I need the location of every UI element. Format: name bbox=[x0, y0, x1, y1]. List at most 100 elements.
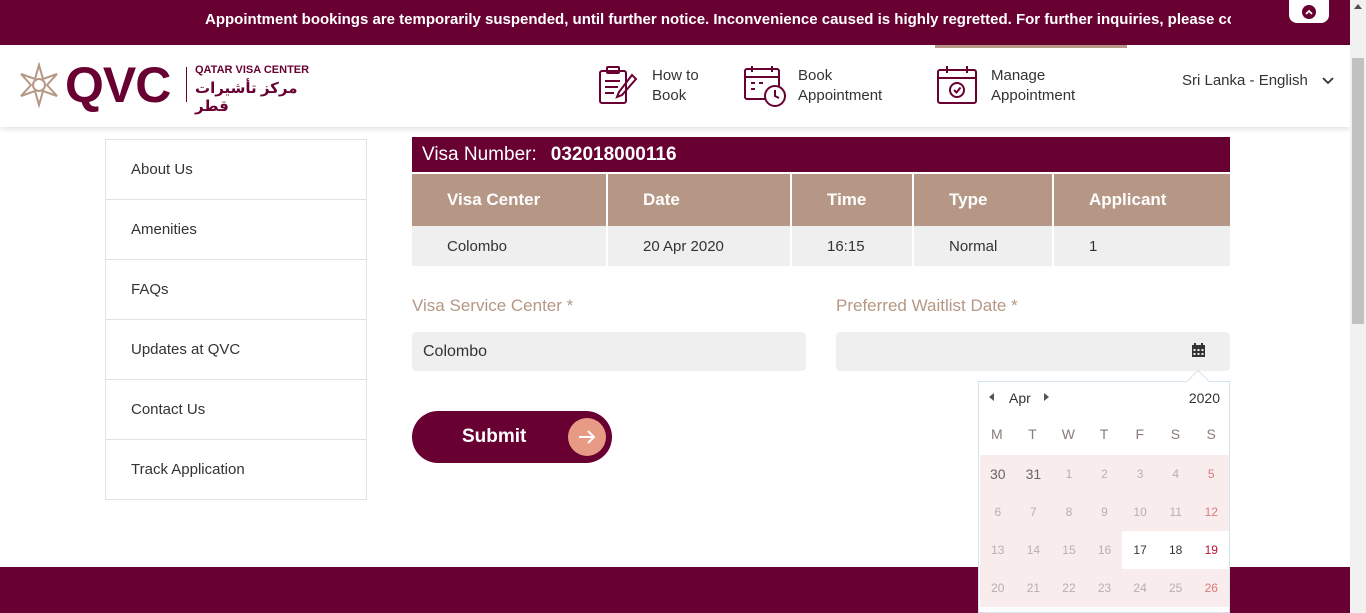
day-cell: 8 bbox=[1051, 493, 1087, 531]
day-cell: 10 bbox=[1122, 493, 1158, 531]
nav-book-appointment-line1: Book bbox=[798, 67, 833, 84]
day-cell: 15 bbox=[1051, 531, 1087, 569]
scrollbar-thumb[interactable] bbox=[1352, 58, 1364, 324]
sidebar-item-amenities[interactable]: Amenities bbox=[106, 200, 366, 260]
day-cell: 9 bbox=[1086, 493, 1123, 531]
datepicker-days: 30 31 1 2 3 4 5 6 7 8 9 10 11 12 13 14 1… bbox=[980, 455, 1230, 607]
day-cell: 7 bbox=[1015, 493, 1052, 531]
weekday-mon: M bbox=[991, 426, 1003, 442]
day-cell: 4 bbox=[1157, 455, 1194, 493]
column-time: Time bbox=[791, 174, 914, 226]
day-cell: 23 bbox=[1086, 569, 1123, 607]
logo-arabic-name: مركز تأشيرات قطر bbox=[195, 80, 298, 115]
chevron-up-icon bbox=[1302, 4, 1316, 19]
datepicker-popup: Apr 2020 M T W T F S S 30 31 1 2 3 4 5 6… bbox=[978, 381, 1230, 613]
table-header-row: Visa Center Date Time Type Applicant bbox=[412, 174, 1230, 226]
nav-manage-appointment-line2: Appointment bbox=[991, 87, 1076, 104]
weekday-wed: W bbox=[1061, 426, 1075, 442]
datepicker-week: 6 7 8 9 10 11 12 bbox=[980, 493, 1230, 531]
language-selector[interactable]: Sri Lanka - English bbox=[1182, 72, 1334, 89]
cell-time: 16:15 bbox=[791, 226, 914, 266]
column-type: Type bbox=[913, 174, 1054, 226]
day-cell: 24 bbox=[1122, 569, 1158, 607]
day-cell: 21 bbox=[1015, 569, 1052, 607]
column-date: Date bbox=[607, 174, 792, 226]
weekday-sun: S bbox=[1206, 426, 1216, 442]
day-cell: 20 bbox=[980, 569, 1016, 607]
day-cell-available[interactable]: 19 bbox=[1193, 531, 1230, 569]
service-center-field[interactable]: Colombo bbox=[412, 332, 806, 371]
sidebar-item-faqs[interactable]: FAQs bbox=[106, 260, 366, 320]
sidebar-item-track-application[interactable]: Track Application bbox=[106, 440, 366, 500]
site-header: QVC QATAR VISA CENTER مركز تأشيرات قطر H… bbox=[0, 45, 1350, 127]
logo-divider bbox=[186, 67, 187, 102]
cell-visa-center: Colombo bbox=[412, 226, 608, 266]
day-cell-available[interactable]: 17 bbox=[1122, 531, 1158, 569]
datepicker-month[interactable]: Apr bbox=[1009, 390, 1031, 406]
visa-number-value: 032018000116 bbox=[550, 143, 677, 165]
sidebar-item-contact-us[interactable]: Contact Us bbox=[106, 380, 366, 440]
waitlist-date-label: Preferred Waitlist Date * bbox=[836, 296, 1018, 315]
datepicker-week: 30 31 1 2 3 4 5 bbox=[980, 455, 1230, 493]
qvc-emblem-icon bbox=[20, 62, 58, 108]
sidebar-item-updates[interactable]: Updates at QVC bbox=[106, 320, 366, 380]
day-cell: 26 bbox=[1193, 569, 1230, 607]
arrow-right-icon bbox=[568, 418, 606, 456]
day-cell: 2 bbox=[1086, 455, 1123, 493]
appointment-table: Visa Center Date Time Type Applicant Col… bbox=[412, 174, 1230, 266]
cell-date: 20 Apr 2020 bbox=[607, 226, 792, 266]
service-center-label: Visa Service Center * bbox=[412, 296, 574, 315]
language-label: Sri Lanka - English bbox=[1182, 72, 1308, 89]
day-cell: 14 bbox=[1015, 531, 1052, 569]
caret-right-icon[interactable] bbox=[1044, 393, 1049, 401]
sidebar-item-about-us[interactable]: About Us bbox=[106, 140, 366, 200]
calendar-clock-icon bbox=[744, 66, 786, 107]
datepicker-week: 20 21 22 23 24 25 26 bbox=[980, 569, 1230, 607]
nav-how-to-book[interactable]: How to Book bbox=[596, 45, 762, 127]
qvc-logo[interactable]: QVC bbox=[65, 56, 171, 114]
weekday-thu: T bbox=[1099, 426, 1109, 442]
calendar-check-icon bbox=[937, 66, 977, 104]
submit-button-label: Submit bbox=[462, 426, 527, 447]
datepicker-week: 13 14 15 16 17 18 19 bbox=[980, 531, 1230, 569]
datepicker-weekdays: M T W T F S S bbox=[979, 426, 1229, 442]
scroll-up-arrow-icon[interactable] bbox=[1354, 4, 1362, 9]
cell-type: Normal bbox=[913, 226, 1054, 266]
day-cell: 12 bbox=[1193, 493, 1230, 531]
table-row: Colombo 20 Apr 2020 16:15 Normal 1 bbox=[412, 226, 1230, 266]
datepicker-year[interactable]: 2020 bbox=[1189, 390, 1220, 406]
logo-english-name: QATAR VISA CENTER bbox=[195, 64, 310, 76]
waitlist-date-field[interactable] bbox=[836, 332, 1230, 371]
day-cell: 16 bbox=[1086, 531, 1123, 569]
nav-manage-appointment-line1: Manage bbox=[991, 67, 1046, 84]
submit-button[interactable]: Submit bbox=[412, 411, 612, 463]
cell-applicant: 1 bbox=[1053, 226, 1230, 266]
visa-number-header: Visa Number: 032018000116 bbox=[412, 137, 1230, 172]
visa-number-label: Visa Number: bbox=[422, 143, 537, 165]
nav-book-appointment[interactable]: Book Appointment bbox=[742, 45, 908, 127]
column-visa-center: Visa Center bbox=[412, 174, 608, 226]
collapse-announcement-button[interactable] bbox=[1289, 0, 1329, 23]
weekday-fri: F bbox=[1135, 426, 1145, 442]
day-cell: 6 bbox=[980, 493, 1016, 531]
day-cell: 31 bbox=[1015, 455, 1052, 493]
weekday-tue: T bbox=[1028, 426, 1037, 442]
announcement-bar: Appointment bookings are temporarily sus… bbox=[0, 0, 1350, 45]
weekday-sat: S bbox=[1170, 426, 1181, 442]
clipboard-pen-icon bbox=[599, 66, 638, 104]
column-applicant: Applicant bbox=[1053, 174, 1230, 226]
nav-manage-appointment[interactable]: Manage Appointment bbox=[935, 45, 1101, 127]
sidebar-menu: About Us Amenities FAQs Updates at QVC C… bbox=[105, 139, 367, 500]
day-cell: 3 bbox=[1122, 455, 1158, 493]
chevron-down-icon bbox=[1322, 76, 1334, 84]
caret-left-icon[interactable] bbox=[989, 393, 994, 401]
day-cell: 13 bbox=[980, 531, 1016, 569]
nav-book-appointment-line2: Appointment bbox=[798, 87, 883, 104]
day-cell: 30 bbox=[980, 455, 1016, 493]
day-cell-available[interactable]: 18 bbox=[1157, 531, 1194, 569]
day-cell: 25 bbox=[1157, 569, 1194, 607]
day-cell: 1 bbox=[1051, 455, 1087, 493]
day-cell: 22 bbox=[1051, 569, 1087, 607]
calendar-icon[interactable] bbox=[1191, 343, 1206, 358]
day-cell: 5 bbox=[1193, 455, 1230, 493]
